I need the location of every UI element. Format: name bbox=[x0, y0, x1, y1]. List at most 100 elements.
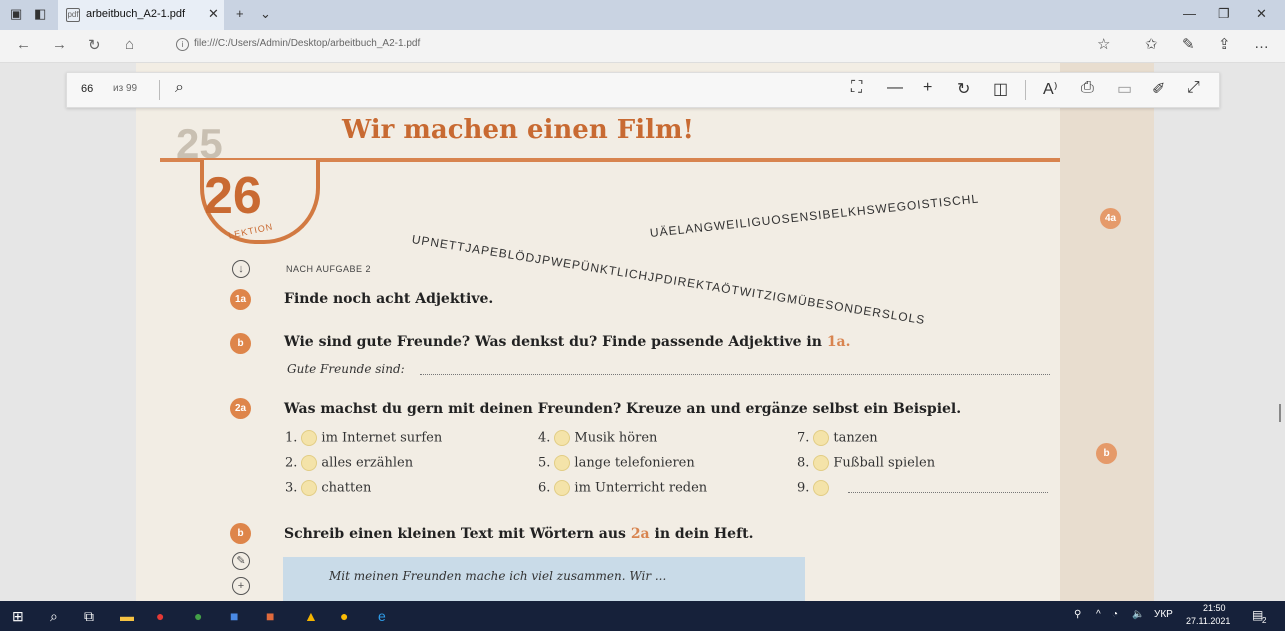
item-number: 2. bbox=[285, 455, 298, 471]
tab-close-icon[interactable]: ✕ bbox=[208, 6, 219, 22]
edge-icon[interactable]: e bbox=[378, 608, 386, 624]
tab-actions-icon[interactable]: ▣ bbox=[10, 6, 22, 22]
language-indicator[interactable]: УКР bbox=[1154, 609, 1173, 620]
checkbox-circle[interactable] bbox=[813, 480, 830, 496]
list-item: 3. chatten bbox=[285, 480, 371, 496]
favorites-list-icon[interactable]: ✩ bbox=[1145, 35, 1158, 53]
item-number: 4. bbox=[538, 430, 551, 446]
task-1b-main: Wie sind gute Freunde? Was denkst du? Fi… bbox=[284, 334, 822, 350]
search-icon[interactable]: ⌕ bbox=[175, 79, 184, 97]
checkbox-circle[interactable] bbox=[301, 430, 318, 446]
info-icon[interactable]: i bbox=[176, 38, 189, 51]
share-icon[interactable]: ⇪ bbox=[1218, 35, 1231, 53]
opera-icon[interactable]: ● bbox=[156, 608, 164, 624]
tab-list-chevron-icon[interactable]: ⌄ bbox=[260, 6, 271, 22]
tab-active[interactable]: pdf arbeitbuch_A2-1.pdf ✕ bbox=[58, 0, 224, 30]
back-icon[interactable]: ← bbox=[16, 36, 31, 53]
task-badge-2a: 2a bbox=[230, 398, 251, 419]
fullscreen-icon[interactable]: ⤢ bbox=[1187, 79, 1200, 97]
item-text: alles erzählen bbox=[321, 455, 414, 471]
task-badge-1a: 1a bbox=[230, 289, 251, 310]
answer-line-1b bbox=[420, 374, 1050, 375]
word-icon[interactable]: ■ bbox=[230, 608, 238, 624]
task-1b-text: Wie sind gute Freunde? Was denkst du? Fi… bbox=[284, 334, 851, 350]
lesson-number: 26 bbox=[204, 167, 262, 225]
save-as-icon[interactable]: ✐ bbox=[1152, 79, 1165, 99]
toolbar-divider bbox=[159, 80, 160, 100]
page-number-input[interactable]: 66 bbox=[81, 83, 93, 95]
zoom-in-icon[interactable]: + bbox=[923, 79, 932, 97]
item-text: tanzen bbox=[833, 430, 878, 446]
notebook-icon: ✎ bbox=[232, 552, 250, 570]
list-item: 4. Musik hören bbox=[538, 430, 657, 446]
right-badge-4a: 4a bbox=[1100, 208, 1121, 229]
favorite-star-icon[interactable]: ☆ bbox=[1097, 35, 1110, 53]
list-item: 1. im Internet surfen bbox=[285, 430, 442, 446]
gute-freunde-label: Gute Freunde sind: bbox=[287, 362, 405, 376]
item-number: 3. bbox=[285, 480, 298, 496]
refresh-icon[interactable]: ↻ bbox=[88, 36, 101, 54]
minimize-icon[interactable]: — bbox=[1183, 6, 1196, 21]
item-text: im Internet surfen bbox=[321, 430, 443, 446]
task-2b-text: Schreib einen kleinen Text mit Wörtern a… bbox=[284, 526, 753, 542]
start-icon[interactable]: ⊞ bbox=[12, 608, 24, 625]
rotate-icon[interactable]: ↻ bbox=[957, 79, 970, 99]
app-green-icon[interactable]: ● bbox=[194, 608, 202, 624]
chrome-icon[interactable]: ● bbox=[340, 608, 348, 624]
list-item: 7. tanzen bbox=[797, 430, 878, 446]
list-item: 8. Fußball spielen bbox=[797, 455, 935, 471]
example-text: Mit meinen Freunden mache ich viel zusam… bbox=[329, 569, 667, 583]
read-aloud-icon[interactable]: A⁾ bbox=[1043, 79, 1058, 99]
pdf-page-right-edge bbox=[1060, 63, 1154, 601]
list-item: 2. alles erzählen bbox=[285, 455, 413, 471]
clock-date[interactable]: 27.11.2021 bbox=[1186, 616, 1230, 626]
app-triangle-icon[interactable]: ▲ bbox=[304, 608, 318, 624]
plus-circle-icon: + bbox=[232, 577, 250, 595]
checkbox-circle[interactable] bbox=[813, 430, 830, 446]
notification-count: 2 bbox=[1262, 616, 1267, 625]
new-tab-icon[interactable]: + bbox=[236, 6, 244, 21]
item-text: im Unterricht reden bbox=[574, 480, 708, 496]
taskbar-search-icon[interactable]: ⌕ bbox=[50, 608, 58, 625]
task-1b-ref: 1a. bbox=[826, 334, 851, 350]
checkbox-circle[interactable] bbox=[554, 480, 571, 496]
fit-page-icon[interactable]: ⛶ bbox=[851, 79, 862, 97]
item-number: 6. bbox=[538, 480, 551, 496]
restore-icon[interactable]: ❐ bbox=[1218, 6, 1230, 22]
checkbox-circle[interactable] bbox=[554, 455, 571, 471]
tray-chevron-icon[interactable]: ^ bbox=[1096, 609, 1101, 620]
file-explorer-icon[interactable]: ▬ bbox=[120, 608, 134, 624]
home-icon[interactable]: ⌂ bbox=[125, 36, 134, 53]
clock-time[interactable]: 21:50 bbox=[1203, 603, 1226, 613]
task-2b-pre: Schreib einen kleinen Text mit Wörtern a… bbox=[284, 526, 626, 542]
close-window-icon[interactable]: ✕ bbox=[1256, 6, 1267, 22]
save-icon[interactable]: ▭ bbox=[1117, 79, 1132, 99]
checkbox-circle[interactable] bbox=[301, 455, 318, 471]
task-1a-text: Finde noch acht Adjektive. bbox=[284, 291, 494, 307]
people-icon[interactable]: ⚲ bbox=[1074, 609, 1081, 620]
network-icon[interactable]: ◔ bbox=[1112, 609, 1118, 620]
windows-taskbar: ⊞ ⌕ ⧉ ▬ ● ● ■ ■ ▲ ● e ⚲ ^ ◔ 🔈 УКР 21:50 … bbox=[0, 601, 1285, 631]
pen-icon[interactable]: ✎ bbox=[1182, 35, 1195, 53]
item-number: 1. bbox=[285, 430, 298, 446]
task-2b-post: in dein Heft. bbox=[654, 526, 754, 542]
checkbox-circle[interactable] bbox=[813, 455, 830, 471]
arrow-down-icon: ↓ bbox=[232, 260, 250, 278]
url-field[interactable]: file:///C:/Users/Admin/Desktop/arbeitbuc… bbox=[194, 38, 420, 49]
pdf-file-icon: pdf bbox=[66, 8, 80, 22]
volume-icon[interactable]: 🔈 bbox=[1132, 609, 1144, 620]
set-aside-tabs-icon[interactable]: ◧ bbox=[34, 6, 46, 22]
forward-icon[interactable]: → bbox=[52, 36, 67, 53]
zoom-out-icon[interactable]: — bbox=[887, 79, 903, 97]
page-view-icon[interactable]: ◫ bbox=[993, 79, 1008, 99]
checkbox-circle[interactable] bbox=[301, 480, 318, 496]
item-number: 7. bbox=[797, 430, 810, 446]
page-title: Wir machen einen Film! bbox=[342, 115, 694, 145]
powerpoint-icon[interactable]: ■ bbox=[266, 608, 274, 624]
print-icon[interactable]: ⎙ bbox=[1081, 79, 1094, 97]
more-icon[interactable]: … bbox=[1254, 35, 1269, 52]
task-view-icon[interactable]: ⧉ bbox=[84, 608, 94, 625]
checkbox-circle[interactable] bbox=[554, 430, 571, 446]
nach-aufgabe-label: NACH AUFGABE 2 bbox=[286, 264, 372, 274]
scrollbar-thumb[interactable] bbox=[1279, 404, 1281, 422]
